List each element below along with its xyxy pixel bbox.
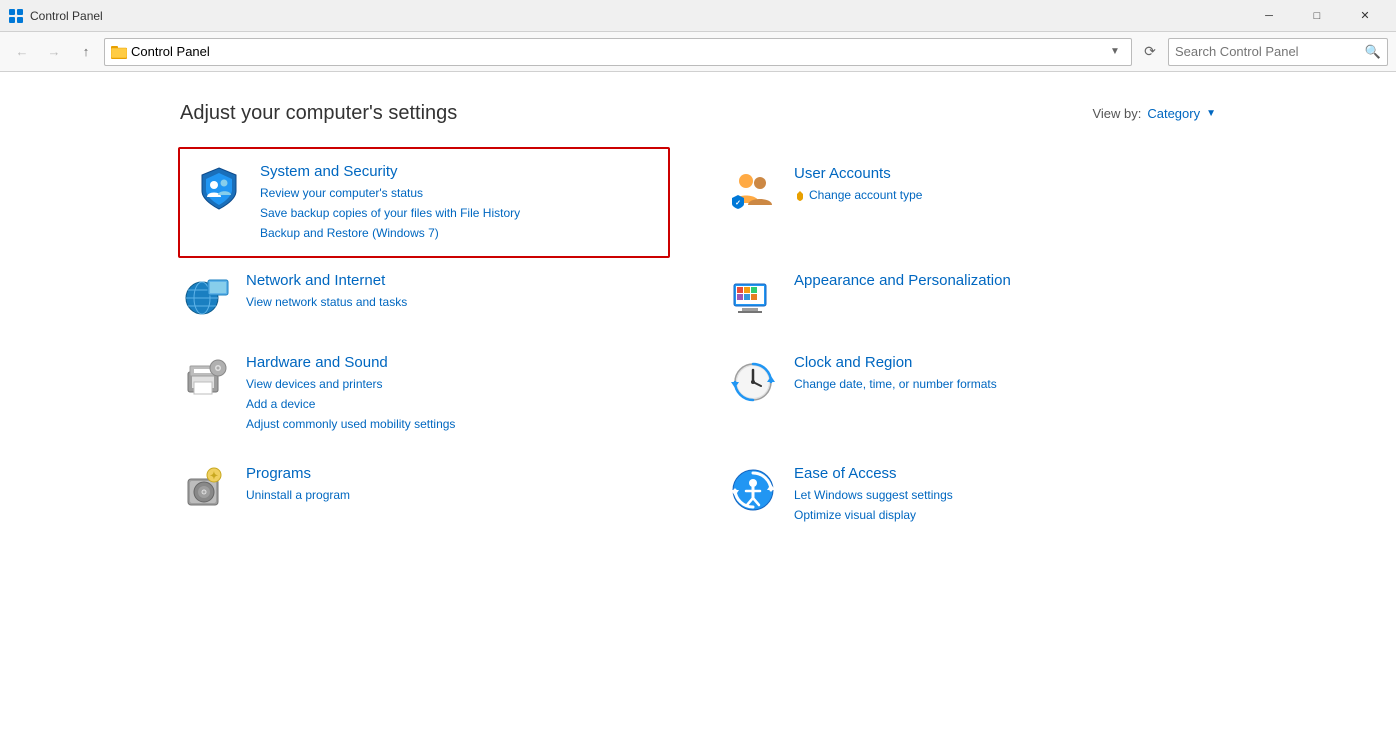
address-bar: ← → ↑ Control Panel ▼ ⟳ 🔍 bbox=[0, 32, 1396, 72]
address-chevron[interactable]: ▼ bbox=[1105, 38, 1125, 66]
user-accounts-icon: ✓ bbox=[728, 165, 778, 215]
category-hardware-sound: Hardware and Sound View devices and prin… bbox=[180, 338, 668, 449]
category-clock-region-title[interactable]: Clock and Region bbox=[794, 354, 1216, 371]
svg-text:✦: ✦ bbox=[210, 471, 218, 482]
category-network-internet-title[interactable]: Network and Internet bbox=[246, 272, 668, 289]
folder-icon bbox=[111, 44, 127, 60]
category-ease-of-access: Ease of Access Let Windows suggest setti… bbox=[728, 449, 1216, 540]
minimize-button[interactable]: ─ bbox=[1246, 0, 1292, 32]
category-appearance-text: Appearance and Personalization bbox=[794, 272, 1216, 293]
category-system-security-title[interactable]: System and Security bbox=[260, 163, 654, 180]
back-button[interactable]: ← bbox=[8, 38, 36, 66]
category-system-security: System and Security Review your computer… bbox=[178, 147, 670, 258]
category-clock-region: Clock and Region Change date, time, or n… bbox=[728, 338, 1216, 449]
category-ease-of-access-text: Ease of Access Let Windows suggest setti… bbox=[794, 465, 1216, 524]
title-controls: ─ □ ✕ bbox=[1246, 0, 1388, 32]
ease-link-2[interactable]: Optimize visual display bbox=[794, 506, 1216, 524]
category-clock-region-text: Clock and Region Change date, time, or n… bbox=[794, 354, 1216, 393]
view-by: View by: Category ▼ bbox=[1092, 106, 1216, 121]
forward-button[interactable]: → bbox=[40, 38, 68, 66]
category-user-accounts-title[interactable]: User Accounts bbox=[794, 165, 1216, 182]
category-programs-title[interactable]: Programs bbox=[246, 465, 668, 482]
category-ease-of-access-title[interactable]: Ease of Access bbox=[794, 465, 1216, 482]
network-link-1[interactable]: View network status and tasks bbox=[246, 293, 668, 311]
search-icon[interactable]: 🔍 bbox=[1365, 44, 1381, 60]
category-appearance: Appearance and Personalization bbox=[728, 256, 1216, 338]
system-security-link-3[interactable]: Backup and Restore (Windows 7) bbox=[260, 224, 654, 242]
hardware-link-3[interactable]: Adjust commonly used mobility settings bbox=[246, 415, 668, 433]
category-hardware-sound-title[interactable]: Hardware and Sound bbox=[246, 354, 668, 371]
system-security-link-1[interactable]: Review your computer's status bbox=[260, 184, 654, 202]
main-content: Adjust your computer's settings View by:… bbox=[0, 72, 1396, 560]
window-title: Control Panel bbox=[30, 9, 103, 23]
control-panel-icon bbox=[8, 8, 24, 24]
system-security-icon bbox=[194, 163, 244, 213]
network-internet-icon bbox=[180, 272, 230, 322]
ease-link-1[interactable]: Let Windows suggest settings bbox=[794, 486, 1216, 504]
page-header: Adjust your computer's settings View by:… bbox=[180, 102, 1216, 125]
title-bar-left: Control Panel bbox=[8, 8, 103, 24]
search-box[interactable]: 🔍 bbox=[1168, 38, 1388, 66]
clock-link-1[interactable]: Change date, time, or number formats bbox=[794, 375, 1216, 393]
hardware-link-1[interactable]: View devices and printers bbox=[246, 375, 668, 393]
category-programs-text: Programs Uninstall a program bbox=[246, 465, 668, 504]
view-by-label: View by: bbox=[1092, 106, 1141, 121]
category-hardware-sound-text: Hardware and Sound View devices and prin… bbox=[246, 354, 668, 433]
title-bar: Control Panel ─ □ ✕ bbox=[0, 0, 1396, 32]
ease-of-access-icon bbox=[728, 465, 778, 515]
category-user-accounts-text: User Accounts Change account type bbox=[794, 165, 1216, 204]
category-network-internet: Network and Internet View network status… bbox=[180, 256, 668, 338]
category-programs: ✦ Programs Uninstall a program bbox=[180, 449, 668, 540]
category-system-security-text: System and Security Review your computer… bbox=[260, 163, 654, 242]
svg-text:✓: ✓ bbox=[735, 200, 741, 207]
category-appearance-title[interactable]: Appearance and Personalization bbox=[794, 272, 1216, 289]
hardware-link-2[interactable]: Add a device bbox=[246, 395, 668, 413]
close-button[interactable]: ✕ bbox=[1342, 0, 1388, 32]
hardware-sound-icon bbox=[180, 354, 230, 404]
maximize-button[interactable]: □ bbox=[1294, 0, 1340, 32]
categories-grid: System and Security Review your computer… bbox=[180, 149, 1216, 540]
chevron-down-icon[interactable]: ▼ bbox=[1206, 108, 1216, 119]
programs-icon: ✦ bbox=[180, 465, 230, 515]
category-user-accounts: ✓ User Accounts Change account type bbox=[728, 149, 1216, 256]
address-field[interactable]: Control Panel ▼ bbox=[104, 38, 1132, 66]
system-security-link-2[interactable]: Save backup copies of your files with Fi… bbox=[260, 204, 654, 222]
up-button[interactable]: ↑ bbox=[72, 38, 100, 66]
programs-link-1[interactable]: Uninstall a program bbox=[246, 486, 668, 504]
appearance-icon bbox=[728, 272, 778, 322]
search-input[interactable] bbox=[1175, 44, 1361, 59]
address-text: Control Panel bbox=[131, 44, 1101, 59]
user-accounts-link-1[interactable]: Change account type bbox=[794, 186, 1216, 204]
page-title: Adjust your computer's settings bbox=[180, 102, 457, 125]
clock-region-icon bbox=[728, 354, 778, 404]
refresh-button[interactable]: ⟳ bbox=[1136, 38, 1164, 66]
category-network-internet-text: Network and Internet View network status… bbox=[246, 272, 668, 311]
view-by-value[interactable]: Category bbox=[1147, 106, 1200, 121]
